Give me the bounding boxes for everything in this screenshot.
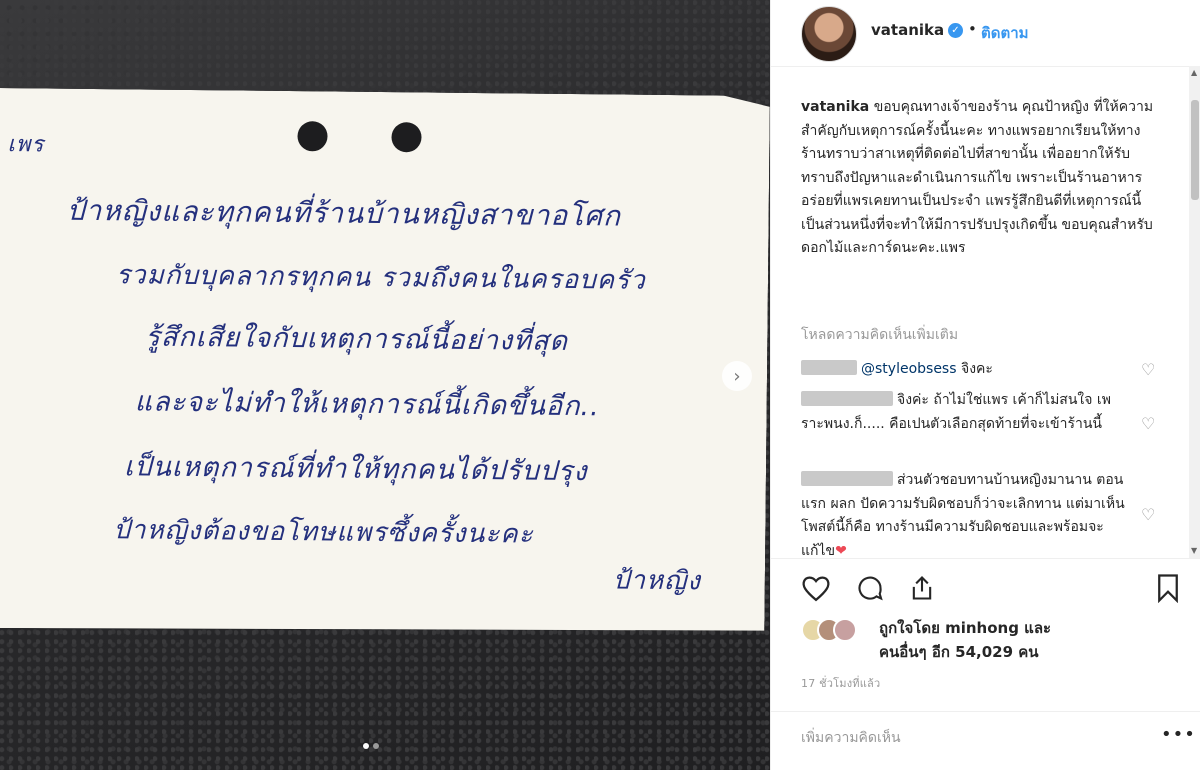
heart-icon	[802, 576, 830, 602]
share-icon	[912, 576, 932, 600]
comments-area[interactable]: vatanika ขอบคุณทางเจ้าของร้าน คุณป้าหญิง…	[771, 66, 1189, 558]
bookmark-icon	[1158, 574, 1178, 603]
note-line: และจะไม่ทำให้เหตุการณ์นี้เกิดขึ้นอีก..	[134, 386, 600, 423]
separator: •	[968, 20, 977, 38]
comment-like-heart-icon[interactable]: ♡	[1141, 507, 1157, 523]
avatar[interactable]	[801, 6, 857, 62]
scrollbar-thumb[interactable]	[1191, 100, 1199, 200]
comment-bubble-icon	[858, 576, 883, 601]
post-timestamp[interactable]: 17 ชั่วโมงที่แล้ว	[801, 674, 880, 692]
comment-like-heart-icon[interactable]: ♡	[1141, 362, 1157, 378]
red-heart-emoji-icon: ❤	[835, 542, 847, 559]
carousel-dot-active	[363, 743, 369, 749]
post-header: vatanika ✓ • ติดตาม	[771, 0, 1200, 67]
comment-item: ส่วนตัวชอบทานบ้านหญิงมานาน ตอนแรก ผลก ปั…	[801, 469, 1131, 558]
save-button[interactable]	[1151, 571, 1185, 605]
post-caption: vatanika ขอบคุณทางเจ้าของร้าน คุณป้าหญิง…	[801, 96, 1157, 261]
scroll-down-arrow-icon[interactable]: ▼	[1191, 546, 1197, 555]
comment-like-heart-icon[interactable]: ♡	[1141, 416, 1157, 432]
scroll-up-arrow-icon[interactable]: ▲	[1191, 68, 1197, 77]
liked-others[interactable]: คนอื่นๆ อีก 54,029 คน	[879, 640, 1051, 664]
comment-mention[interactable]: @styleobsess	[861, 361, 957, 377]
share-button[interactable]	[905, 571, 939, 605]
note-line: ป้าหญิงและทุกคนที่ร้านบ้านหญิงสาขาอโศก	[66, 193, 622, 233]
note-line: เพร	[7, 132, 45, 158]
like-button[interactable]	[799, 571, 833, 605]
blurred-username	[801, 360, 857, 375]
handwritten-note-card: เพร ป้าหญิงและทุกคนที่ร้านบ้านหญิงสาขาอโ…	[0, 88, 770, 636]
more-options-icon[interactable]: •••	[1161, 724, 1196, 745]
post-side-panel: vatanika ✓ • ติดตาม vatanika ขอบคุณทางเจ…	[770, 0, 1200, 770]
comment-text: จิงคะ	[960, 361, 993, 377]
post-actions	[771, 558, 1200, 619]
caption-username[interactable]: vatanika	[801, 99, 869, 115]
liker-avatar	[833, 618, 857, 642]
load-more-comments[interactable]: โหลดความคิดเห็นเพิ่มเติม	[801, 324, 958, 346]
add-comment-input[interactable]: เพิ่มความคิดเห็น	[801, 727, 901, 749]
liked-by[interactable]: ถูกใจโดย minhong และ	[879, 616, 1051, 640]
username-link[interactable]: vatanika	[871, 21, 944, 39]
carousel-dot	[373, 743, 379, 749]
card-hole	[297, 121, 327, 151]
note-line: ป้าหญิงต้องขอโทษแพรซึ้งครั้งนะคะ	[113, 515, 534, 550]
likes-summary[interactable]: ถูกใจโดย minhong และ คนอื่นๆ อีก 54,029 …	[801, 616, 1181, 668]
comment-item: จิงค่ะ ถ้าไม่ใช่แพร เค้าก็ไม่สนใจ เพราะพ…	[801, 389, 1131, 436]
note-line: รู้สึกเสียใจกับเหตุการณ์นี้อย่างที่สุด	[145, 321, 569, 357]
likes-text: ถูกใจโดย minhong และ คนอื่นๆ อีก 54,029 …	[879, 616, 1051, 664]
card-hole	[391, 122, 421, 152]
verified-badge-icon: ✓	[948, 23, 963, 38]
add-comment-bar: เพิ่มความคิดเห็น •••	[771, 711, 1200, 771]
blurred-username	[801, 471, 893, 486]
caption-text: ขอบคุณทางเจ้าของร้าน คุณป้าหญิง ที่ให้คว…	[801, 99, 1154, 256]
post-photo: เพร ป้าหญิงและทุกคนที่ร้านบ้านหญิงสาขาอโ…	[0, 0, 770, 770]
next-image-button[interactable]: ›	[722, 361, 752, 391]
chevron-right-icon: ›	[733, 365, 741, 387]
note-signature: ป้าหญิง	[612, 565, 702, 597]
comment-button[interactable]	[853, 571, 887, 605]
blurred-username	[801, 391, 893, 406]
note-line: เป็นเหตุการณ์ที่ทำให้ทุกคนได้ปรับปรุง	[123, 451, 588, 488]
comment-item: @styleobsess จิงคะ	[801, 358, 1131, 382]
carousel-indicator	[363, 743, 379, 749]
note-line: รวมกับบุคลากรทุกคน รวมถึงคนในครอบครัว	[115, 260, 646, 296]
follow-button[interactable]: ติดตาม	[981, 21, 1029, 45]
